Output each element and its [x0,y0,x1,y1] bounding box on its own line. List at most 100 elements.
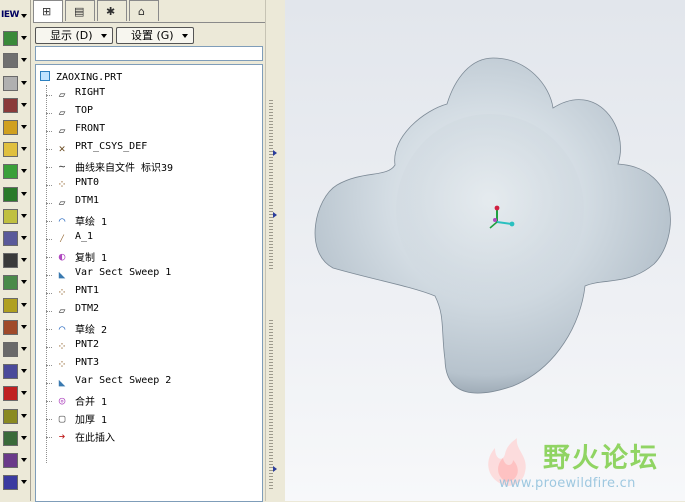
toolbar-trim-button[interactable] [1,428,29,450]
chevron-down-icon[interactable] [21,347,27,351]
tree-connector [46,131,52,132]
sketch-tool-icon [3,120,18,135]
trim-icon [3,430,18,446]
insert-here-arrow-icon: ➔ [58,430,66,443]
graphics-viewport[interactable]: 野火论坛 www.proewildfire.cn [285,0,685,501]
tree-item-label: PNT0 [75,177,100,188]
round-icon [3,319,18,335]
chevron-down-icon[interactable] [21,147,27,152]
thicken-icon [3,475,18,491]
chevron-down-icon[interactable] [21,36,27,41]
chamfer-icon [3,342,18,357]
chevron-down-icon[interactable] [21,280,27,285]
chevron-down-icon[interactable] [21,14,27,18]
chevron-down-icon[interactable] [21,58,27,63]
toolbar-datum-axis-button[interactable] [1,50,29,72]
chevron-down-icon[interactable] [21,480,27,485]
watermark: 野火论坛 www.proewildfire.cn [477,434,682,496]
settings-menu-label: 设置 (G) [131,29,174,42]
tree-connector [46,95,52,96]
chevron-down-icon[interactable] [21,435,27,440]
tree-item-label: PNT1 [75,285,100,296]
toolbar-pencil-button[interactable] [1,139,29,161]
model-tree-panel: 显示 (D) 设置 (G) ZAOXING.PRT ▱ RIGHT ▱ TOP ▱ FRO… [33,22,265,502]
collapse-arrow-icon[interactable] [273,150,277,156]
chevron-down-icon[interactable] [21,125,27,129]
toolbar-mirror-button[interactable] [1,383,29,405]
toolbar-sketch-tool-button[interactable] [1,117,29,139]
tree-connector [46,239,52,240]
pattern-icon [3,364,18,380]
toolbar-thicken-button[interactable] [1,472,29,494]
toolbar-offset-button[interactable] [1,450,29,472]
toolbar-pattern-button[interactable] [1,361,29,383]
datum-plane-icon [3,31,18,47]
tree-connector [46,365,52,366]
draft-icon [3,297,18,313]
toolbar-rib-button[interactable] [1,272,29,294]
tree-item-label: 在此插入 [75,433,115,444]
chevron-down-icon[interactable] [21,169,27,174]
tree-connector [46,149,52,150]
toolbar-blend-button[interactable] [1,228,29,250]
toolbar-sweep-button[interactable] [1,206,29,228]
chevron-down-icon[interactable] [21,191,27,196]
chevron-down-icon[interactable] [21,102,27,107]
chevron-down-icon[interactable] [21,302,27,307]
model-tree: ZAOXING.PRT ▱ RIGHT ▱ TOP ▱ FRONT ✕ PRT_CSYS_DE… [35,64,263,502]
toolbar-chamfer-button[interactable] [1,339,29,361]
toolbar-datum-plane-button[interactable] [1,28,29,50]
chevron-down-icon[interactable] [21,413,27,418]
tree-connector [46,113,52,114]
collapse-arrow-icon[interactable] [273,466,277,472]
datum-point-icon: ⁘ [57,178,67,191]
folder-browser-tab[interactable]: ▤ [65,0,95,21]
tree-item-label: 草绘 1 [75,217,108,228]
tree-icon: ⊞ [42,5,52,18]
chevron-down-icon[interactable] [21,458,27,462]
model-tree-tab[interactable]: ⊞ [33,0,63,22]
panel-splitter[interactable] [265,0,286,501]
datum-axis-icon [3,53,18,69]
favorites-tab[interactable]: ✱ [97,0,127,21]
tree-connector [46,221,52,222]
chevron-down-icon[interactable] [21,213,27,218]
toolbar-extrude-button[interactable] [1,161,29,183]
tree-item-label: PRT_CSYS_DEF [75,141,148,152]
toolbar-shell-button[interactable] [1,250,29,272]
chevron-down-icon[interactable] [21,236,27,240]
sketch-icon: ⌒ [58,322,66,335]
tree-connector [46,293,52,294]
chevron-down-icon[interactable] [21,391,27,396]
toolbar-merge-button[interactable] [1,406,29,428]
tree-root[interactable]: ZAOXING.PRT [40,71,122,85]
chevron-down-icon[interactable] [21,80,27,85]
chevron-down-icon[interactable] [21,369,27,374]
tree-connector [46,167,52,168]
toolbar-draft-button[interactable] [1,295,29,317]
tree-filter-field[interactable] [35,46,263,61]
shell-icon [3,253,18,269]
show-menu-button[interactable]: 显示 (D) [35,27,113,44]
toolbar-view-button[interactable]: IEW [1,6,29,28]
splitter-grip[interactable] [269,320,273,490]
tree-connector [46,185,52,186]
toolbar-revolve-button[interactable] [1,184,29,206]
watermark-url: www.proewildfire.cn [499,476,636,491]
chevron-down-icon[interactable] [21,324,27,329]
toolbar-round-button[interactable] [1,317,29,339]
datum-point-icon: ⁘ [57,358,67,371]
tree-connector [46,275,52,276]
toolbar-datum-point-button[interactable] [1,95,29,117]
collapse-arrow-icon[interactable] [273,212,277,218]
splitter-grip[interactable] [269,100,273,270]
tree-item-label: DTM1 [75,195,100,206]
tree-item-label: Var Sect Sweep 2 [75,375,172,386]
tree-item-label: RIGHT [75,87,106,98]
toolbar-datum-curve-button[interactable] [1,73,29,95]
connections-tab[interactable]: ⌂ [129,0,159,21]
settings-menu-button[interactable]: 设置 (G) [116,27,194,44]
tree-item-label: 合并 1 [75,397,108,408]
thicken-icon: ▢ [58,412,66,425]
chevron-down-icon[interactable] [21,258,27,263]
